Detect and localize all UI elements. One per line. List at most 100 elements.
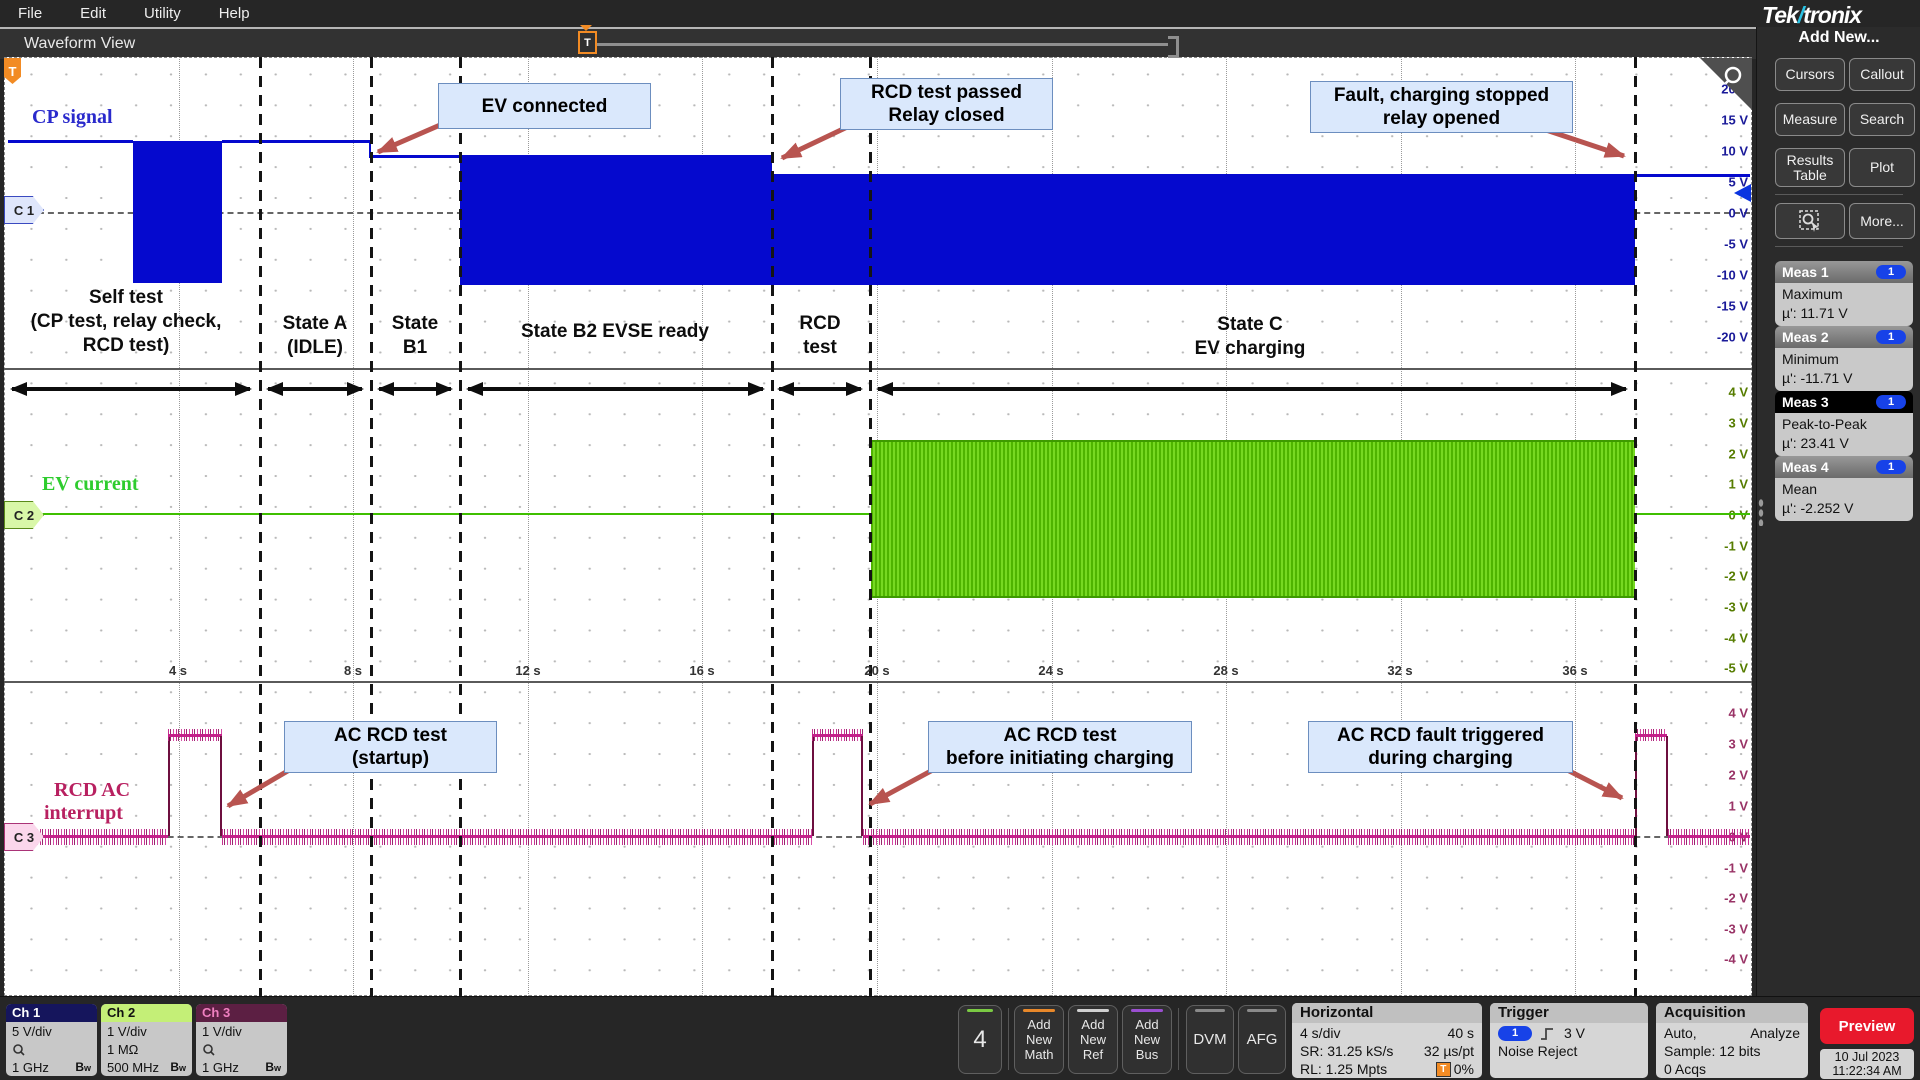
c1-pwm-block-selftest bbox=[133, 141, 222, 283]
trigger-position-mini-icon: T bbox=[1436, 1062, 1451, 1077]
waveform-count-button[interactable]: 4 bbox=[958, 1005, 1002, 1074]
callout-button[interactable]: Callout bbox=[1849, 58, 1915, 91]
dvm-button[interactable]: DVM bbox=[1186, 1005, 1234, 1074]
c2-scale-label: -3 V bbox=[1712, 600, 1748, 615]
dvm-strip bbox=[1195, 1009, 1225, 1012]
ch1-badge[interactable]: Ch 1 5 V/div 1 GHz Bw bbox=[6, 1004, 97, 1076]
c2-current-block bbox=[871, 440, 1635, 598]
section-divider bbox=[4, 368, 1752, 370]
meas3-value: µ': 23.41 V bbox=[1782, 434, 1906, 453]
event-marker-line bbox=[771, 57, 774, 996]
callout-rcd-fault-charging[interactable]: AC RCD fault triggered during charging bbox=[1308, 721, 1573, 773]
meas2-badge[interactable]: Meas 2 1 Minimum µ': -11.71 V bbox=[1775, 326, 1913, 391]
zoom-mode-button[interactable] bbox=[1775, 203, 1845, 239]
horizontal-panel[interactable]: Horizontal 4 s/div40 s SR: 31.25 kS/s32 … bbox=[1292, 1003, 1482, 1078]
c2-scale-label: 4 V bbox=[1712, 385, 1748, 400]
callout-rcd-test-passed[interactable]: RCD test passed Relay closed bbox=[840, 78, 1053, 130]
cursors-button[interactable]: Cursors bbox=[1775, 58, 1845, 91]
plot-button[interactable]: Plot bbox=[1849, 148, 1915, 187]
trigger-position-icon[interactable]: T bbox=[578, 31, 597, 54]
zoom-extent-line bbox=[594, 43, 1168, 46]
oscilloscope-screen: File Edit Utility Help Tek/tronix Wavefo… bbox=[0, 0, 1920, 1080]
menu-edit[interactable]: Edit bbox=[80, 5, 106, 22]
c3-scale-label: -3 V bbox=[1712, 922, 1748, 937]
meas3-badge[interactable]: Meas 3 1 Peak-to-Peak µ': 23.41 V bbox=[1775, 391, 1913, 456]
measure-button[interactable]: Measure bbox=[1775, 103, 1845, 136]
horizontal-scale: 4 s/div bbox=[1300, 1025, 1340, 1041]
callout-rcd-startup[interactable]: AC RCD test (startup) bbox=[284, 721, 497, 773]
trigger-level-arrow-icon[interactable] bbox=[1734, 184, 1751, 202]
preview-button[interactable]: Preview bbox=[1820, 1008, 1914, 1044]
ch3-badge[interactable]: Ch 3 1 V/div 1 GHz Bw bbox=[196, 1004, 287, 1076]
c2-scale-label: -5 V bbox=[1712, 661, 1748, 676]
zoom-extent-bracket[interactable] bbox=[1168, 36, 1179, 58]
c3-pulse-edge bbox=[220, 736, 222, 836]
meas1-stat: Maximum bbox=[1782, 285, 1906, 304]
c3-scale-label: 2 V bbox=[1712, 768, 1748, 783]
afg-button[interactable]: AFG bbox=[1238, 1005, 1286, 1074]
trigger-panel[interactable]: Trigger 1 3 V Noise Reject bbox=[1490, 1003, 1648, 1078]
horizontal-window: 40 s bbox=[1448, 1025, 1474, 1041]
menu-help[interactable]: Help bbox=[219, 5, 250, 22]
trigger-position-percent: 0% bbox=[1454, 1061, 1474, 1077]
menu-file[interactable]: File bbox=[18, 5, 42, 22]
datetime-badge: 10 Jul 2023 11:22:34 AM bbox=[1820, 1049, 1914, 1079]
add-new-bus-button[interactable]: Add New Bus bbox=[1122, 1005, 1172, 1074]
callout-fault-stopped[interactable]: Fault, charging stopped relay opened bbox=[1310, 81, 1573, 133]
sidebar-divider bbox=[1775, 246, 1903, 247]
sidebar: Add New... Cursors Callout Measure Searc… bbox=[1756, 27, 1920, 998]
section-divider bbox=[4, 681, 1752, 683]
trigger-title: Trigger bbox=[1490, 1003, 1648, 1023]
search-button[interactable]: Search bbox=[1849, 103, 1915, 136]
add-new-ref-button[interactable]: Add New Ref bbox=[1068, 1005, 1118, 1074]
c1-pwm-block-b2 bbox=[460, 155, 772, 285]
c1-trace-segment bbox=[371, 155, 460, 158]
c2-scale-label: -2 V bbox=[1712, 569, 1748, 584]
c2-scale-label: 0 V bbox=[1712, 508, 1748, 523]
meas4-badge[interactable]: Meas 4 1 Mean µ': -2.252 V bbox=[1775, 456, 1913, 521]
ch2-badge[interactable]: Ch 2 1 V/div 1 MΩ 500 MHz Bw bbox=[101, 1004, 192, 1076]
acquisition-panel[interactable]: Acquisition Auto,Analyze Sample: 12 bits… bbox=[1656, 1003, 1808, 1078]
more-button[interactable]: More... bbox=[1849, 203, 1915, 239]
meas4-value: µ': -2.252 V bbox=[1782, 499, 1906, 518]
c3-trace-segment bbox=[1668, 835, 1750, 838]
separator bbox=[1178, 1008, 1179, 1070]
meas3-stat: Peak-to-Peak bbox=[1782, 415, 1906, 434]
c3-scale-label: 3 V bbox=[1712, 737, 1748, 752]
callout-rcd-before-charging[interactable]: AC RCD test before initiating charging bbox=[928, 721, 1192, 773]
c1-scale-label: -20 V bbox=[1712, 330, 1748, 345]
rising-edge-icon bbox=[1540, 1026, 1556, 1041]
c2-scale-label: 1 V bbox=[1712, 477, 1748, 492]
meas1-name: Meas 1 bbox=[1782, 264, 1829, 280]
waveform-view-title[interactable]: Waveform View bbox=[24, 35, 135, 53]
c1-trace-label: CP signal bbox=[32, 106, 113, 129]
time-label: 32 s bbox=[1375, 663, 1425, 678]
acq-analyze: Analyze bbox=[1750, 1025, 1800, 1041]
c1-pwm-block-charging bbox=[772, 174, 1635, 285]
panel-drag-handle[interactable] bbox=[1758, 498, 1764, 526]
event-marker-line bbox=[459, 57, 462, 996]
callout-ev-connected[interactable]: EV connected bbox=[438, 83, 651, 129]
acq-count: 0 Acqs bbox=[1664, 1060, 1800, 1078]
c1-trace-segment bbox=[8, 140, 133, 143]
meas1-badge[interactable]: Meas 1 1 Maximum µ': 11.71 V bbox=[1775, 261, 1913, 326]
c3-trace-label-line2: interrupt bbox=[44, 802, 123, 825]
trigger-mode: Noise Reject bbox=[1498, 1042, 1640, 1060]
c3-pulse-edge bbox=[812, 736, 814, 836]
meas4-source-pill: 1 bbox=[1876, 460, 1906, 474]
c3-pulse-edge bbox=[1666, 736, 1668, 836]
zoom-select-icon bbox=[1798, 209, 1822, 233]
c3-scale-label: 1 V bbox=[1712, 799, 1748, 814]
c2-scale-label: 3 V bbox=[1712, 416, 1748, 431]
time-label: 36 s bbox=[1550, 663, 1600, 678]
results-table-button[interactable]: Results Table bbox=[1775, 148, 1845, 187]
meas4-name: Meas 4 bbox=[1782, 459, 1829, 475]
c2-scale-label: 2 V bbox=[1712, 447, 1748, 462]
ch2-bandwidth: 500 MHz bbox=[107, 1060, 159, 1075]
ch3-bw-limit: Bw bbox=[265, 1060, 281, 1074]
menu-utility[interactable]: Utility bbox=[144, 5, 181, 22]
add-new-math-button[interactable]: Add New Math bbox=[1014, 1005, 1064, 1074]
ch1-header: Ch 1 bbox=[6, 1004, 97, 1022]
ch2-bw-limit: Bw bbox=[170, 1060, 186, 1074]
sample-period: 32 µs/pt bbox=[1424, 1043, 1474, 1059]
